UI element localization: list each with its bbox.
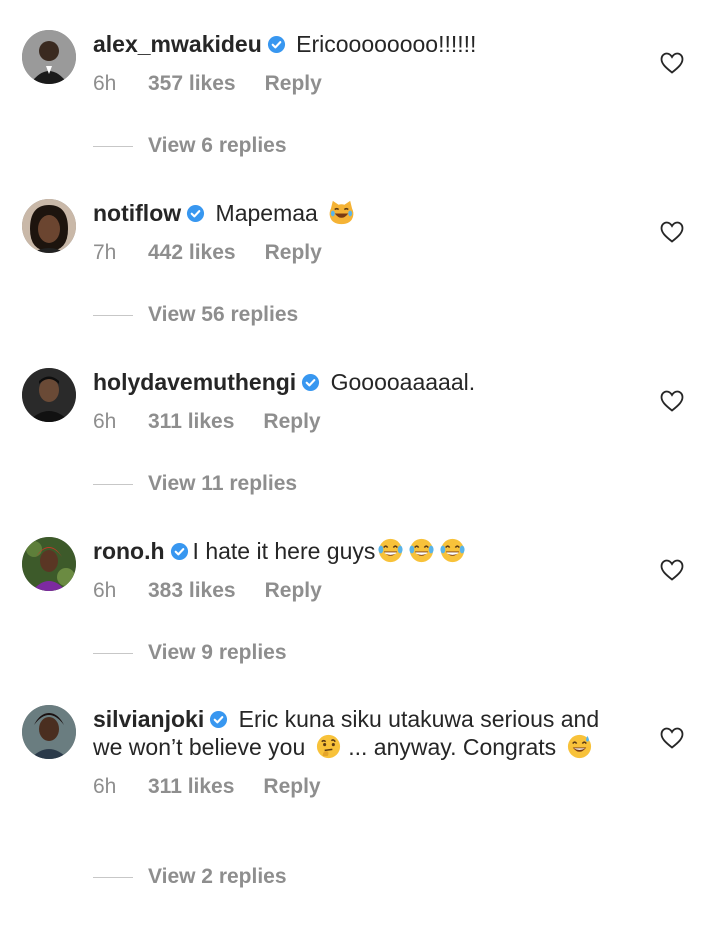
heart-icon[interactable] [660, 559, 684, 581]
comment-time: 6h [93, 72, 117, 95]
view-replies-label: View 6 replies [148, 134, 287, 157]
likes-count[interactable]: 311 likes [148, 775, 234, 799]
view-replies-button[interactable]: View 56 replies [93, 303, 298, 327]
comment-time: 6h [93, 579, 117, 602]
verified-badge-icon [170, 542, 189, 561]
reply-button[interactable]: Reply [265, 579, 322, 603]
reply-button[interactable]: Reply [265, 72, 322, 96]
comment-text-continued: ... anyway. Congrats [348, 734, 557, 760]
username[interactable]: notiflow [93, 200, 181, 226]
likes-count[interactable]: 383 likes [148, 579, 236, 603]
comment-text: Mapemaa [215, 200, 318, 226]
divider [93, 145, 133, 147]
joy-emoji-icon [408, 537, 435, 564]
username[interactable]: alex_mwakideu [93, 31, 262, 57]
comment-text: I hate it here guys [192, 538, 376, 564]
heart-icon[interactable] [660, 52, 684, 74]
comment-text: Gooooaaaaal. [330, 369, 476, 395]
comment-time: 7h [93, 241, 117, 264]
verified-badge-icon [267, 35, 286, 54]
thinking-emoji-icon [315, 733, 342, 760]
username[interactable]: holydavemuthengi [93, 369, 296, 395]
view-replies-label: View 56 replies [148, 303, 299, 326]
likes-count[interactable]: 311 likes [148, 410, 234, 434]
joy-emoji-icon [439, 537, 466, 564]
view-replies-label: View 11 replies [148, 472, 298, 495]
comment-time: 6h [93, 410, 117, 433]
sweat-smile-emoji-icon [566, 733, 593, 760]
avatar[interactable] [22, 199, 76, 253]
comment-text: Ericoooooooo!!!!!! [296, 31, 477, 57]
avatar[interactable] [22, 705, 76, 759]
divider [93, 876, 133, 878]
avatar[interactable] [22, 368, 76, 422]
view-replies-button[interactable]: View 6 replies [93, 134, 287, 158]
joy-cat-emoji-icon [328, 199, 355, 226]
divider [93, 314, 133, 316]
comments-feed: alex_mwakideu Ericoooooooo!!!!!! 6h 357 … [0, 0, 720, 925]
verified-badge-icon [186, 204, 205, 223]
joy-emoji-icon [377, 537, 404, 564]
heart-icon[interactable] [660, 221, 684, 243]
heart-icon[interactable] [660, 727, 684, 749]
reply-button[interactable]: Reply [265, 241, 322, 265]
avatar[interactable] [22, 537, 76, 591]
view-replies-label: View 2 replies [148, 865, 287, 888]
view-replies-button[interactable]: View 9 replies [93, 641, 287, 665]
likes-count[interactable]: 357 likes [148, 72, 236, 96]
view-replies-button[interactable]: View 11 replies [93, 472, 297, 496]
verified-badge-icon [301, 373, 320, 392]
reply-button[interactable]: Reply [263, 410, 320, 434]
verified-badge-icon [209, 710, 228, 729]
username[interactable]: silvianjoki [93, 706, 204, 732]
heart-icon[interactable] [660, 390, 684, 412]
avatar[interactable] [22, 30, 76, 84]
comment-time: 6h [93, 775, 117, 798]
divider [93, 483, 133, 485]
likes-count[interactable]: 442 likes [148, 241, 236, 265]
reply-button[interactable]: Reply [263, 775, 320, 799]
view-replies-label: View 9 replies [148, 641, 287, 664]
view-replies-button[interactable]: View 2 replies [93, 865, 287, 889]
divider [93, 652, 133, 654]
username[interactable]: rono.h [93, 538, 165, 564]
